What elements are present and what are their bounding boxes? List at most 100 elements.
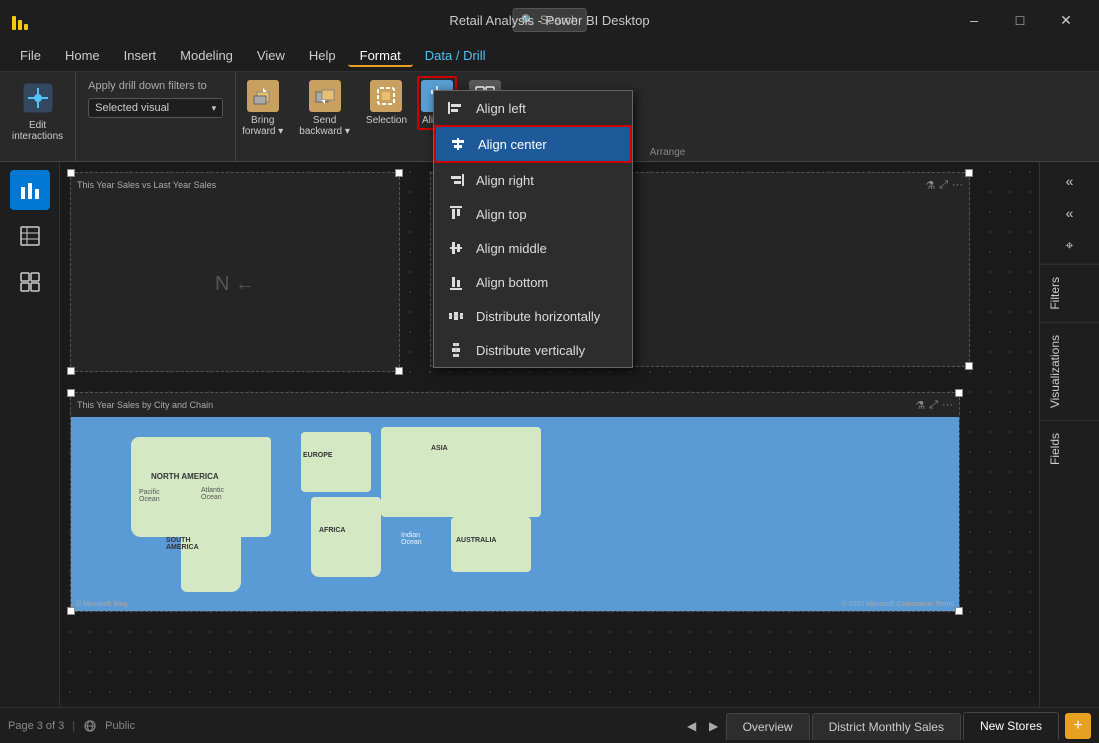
tab-prev[interactable]: ◀ [682,716,702,736]
send-backward-button[interactable]: Sendbackward ▾ [293,76,356,141]
map-expand-icon[interactable]: ⤢ [929,399,938,412]
map-copyright: © 2022 Microsoft Corporation Terms [842,601,954,608]
map-handle-bl [67,607,75,615]
chart2-handle-br [965,362,973,370]
tab-new-stores[interactable]: New Stores [963,712,1059,740]
tab-visualizations[interactable]: Visualizations [1040,322,1099,420]
bring-forward-button[interactable]: Bringforward ▾ [236,76,289,141]
filter-icon[interactable]: ⚗ [925,179,935,192]
page-number: Page 3 of 3 [8,720,64,732]
send-backward-label: Sendbackward ▾ [299,115,350,137]
menu-bar: File Home Insert Modeling View Help Form… [0,40,1099,72]
align-bottom-label: Align bottom [476,275,548,290]
menu-home[interactable]: Home [53,44,112,67]
chart-1-title: This Year Sales vs Last Year Sales [77,180,393,190]
map-filter-icon[interactable]: ⚗ [915,399,925,412]
page-tabs: ◀ ▶ Overview District Monthly Sales New … [682,712,1091,739]
align-bottom-icon [446,272,466,292]
public-icon [83,719,97,733]
map-title: This Year Sales by City and Chain [77,400,911,410]
align-right-icon [446,170,466,190]
right-panel-icon-3[interactable]: ⌖ [1055,230,1085,260]
align-dropdown-menu: Align left Align center Align right [433,90,633,368]
menu-help[interactable]: Help [297,44,348,67]
align-left-label: Align left [476,101,526,116]
handle-br [395,367,403,375]
right-panel-top-icons: « « ⌖ [1040,162,1099,264]
edit-interactions-section: Editinteractions Interactions [0,72,76,161]
close-button[interactable]: ✕ [1043,4,1089,36]
maximize-button[interactable]: □ [997,4,1043,36]
align-middle-icon [446,238,466,258]
pacific-ocean-label: PacificOcean [139,489,160,503]
handle-tr [395,169,403,177]
minimize-button[interactable]: – [951,4,997,36]
align-left-item[interactable]: Align left [434,91,632,125]
indian-ocean-label: IndianOcean [401,532,422,546]
asia-label: ASIA [431,445,448,452]
distribute-h-icon [446,306,466,326]
sidebar-bar-chart[interactable] [10,170,50,210]
drill-filters-dropdown[interactable]: Selected visual ▾ [88,98,223,118]
tab-overview[interactable]: Overview [726,713,810,740]
menu-modeling[interactable]: Modeling [168,44,245,67]
send-backward-icon [309,80,341,112]
distribute-v-label: Distribute vertically [476,343,585,358]
edit-interactions-icon[interactable] [20,80,56,116]
menu-file[interactable]: File [8,44,53,67]
chart-1-container[interactable]: This Year Sales vs Last Year Sales N ← [70,172,400,372]
map-handle-br [955,607,963,615]
map-handle-tr [955,389,963,397]
tab-next[interactable]: ▶ [704,716,724,736]
edit-interactions-label: Editinteractions [12,120,63,142]
distribute-v-icon [446,340,466,360]
drill-filters-value: Selected visual [95,102,169,114]
status-divider: | [72,720,75,732]
app-icon [10,10,30,30]
right-panel-collapse-2[interactable]: « [1055,198,1085,228]
align-right-item[interactable]: Align right [434,163,632,197]
selection-button[interactable]: Selection [360,76,413,130]
sidebar-table[interactable] [10,216,50,256]
menu-data-drill[interactable]: Data / Drill [413,44,498,67]
align-middle-label: Align middle [476,241,547,256]
sa-label: SOUTHAMERICA [166,537,199,551]
title-bar-title: Retail Analysis - Power BI Desktop [449,13,649,28]
selection-icon [370,80,402,112]
status-bar-left: Page 3 of 3 | Public [8,719,135,733]
align-top-item[interactable]: Align top [434,197,632,231]
map-more-icon[interactable]: ··· [942,399,953,411]
sidebar-matrix[interactable] [10,262,50,302]
align-center-label: Align center [478,137,547,152]
align-top-icon [446,204,466,224]
map-handle-tl [67,389,75,397]
distribute-horizontal-item[interactable]: Distribute horizontally [434,299,632,333]
more-icon[interactable]: ··· [952,179,963,191]
europe-label: EUROPE [303,452,333,459]
right-panel-collapse[interactable]: « [1055,166,1085,196]
right-panel: « « ⌖ Filters Visualizations Fields [1039,162,1099,707]
na-label: NORTH AMERICA [151,472,219,481]
align-center-item[interactable]: Align center [434,125,632,163]
tab-fields[interactable]: Fields [1040,420,1099,477]
tabs-bar: Page 3 of 3 | Public ◀ ▶ Overview Distri… [0,707,1099,743]
align-bottom-item[interactable]: Align bottom [434,265,632,299]
add-tab-button[interactable]: + [1065,713,1091,739]
access-level: Public [105,720,135,732]
align-middle-item[interactable]: Align middle [434,231,632,265]
map-container[interactable]: This Year Sales by City and Chain ⚗ ⤢ ··… [70,392,960,612]
distribute-h-label: Distribute horizontally [476,309,600,324]
map-brand: © Microsoft Bing [76,601,127,608]
window-controls: – □ ✕ [951,4,1089,36]
tab-district-monthly[interactable]: District Monthly Sales [812,713,961,740]
menu-format[interactable]: Format [348,44,413,67]
expand-icon[interactable]: ⤢ [939,179,948,192]
tab-filters[interactable]: Filters [1040,264,1099,322]
title-bar: 🔍 Search Retail Analysis - Power BI Desk… [0,0,1099,40]
menu-view[interactable]: View [245,44,297,67]
africa-label: AFRICA [319,527,345,534]
map-header: This Year Sales by City and Chain ⚗ ⤢ ··… [71,393,959,417]
distribute-vertical-item[interactable]: Distribute vertically [434,333,632,367]
menu-insert[interactable]: Insert [112,44,169,67]
handle-tl [67,169,75,177]
